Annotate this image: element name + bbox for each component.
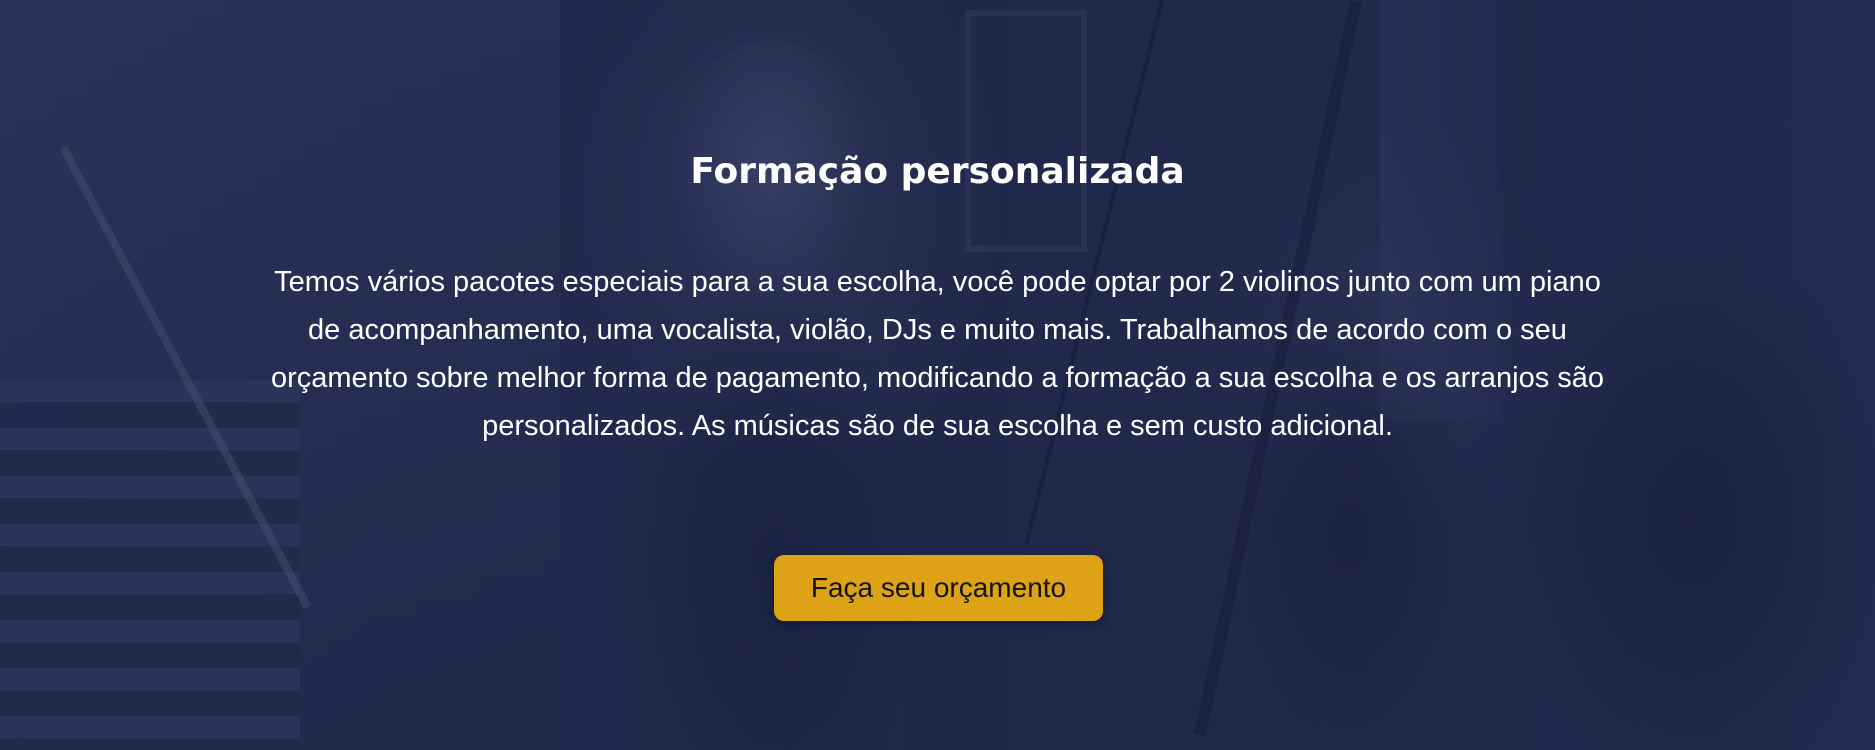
hero-content: Formação personalizada Temos vários paco…: [0, 0, 1875, 750]
section-title: Formação personalizada: [690, 151, 1185, 192]
section-description: Temos vários pacotes especiais para a su…: [270, 266, 1605, 442]
hero-section: Formação personalizada Temos vários paco…: [0, 0, 1875, 750]
request-quote-button[interactable]: Faça seu orçamento: [774, 555, 1103, 621]
